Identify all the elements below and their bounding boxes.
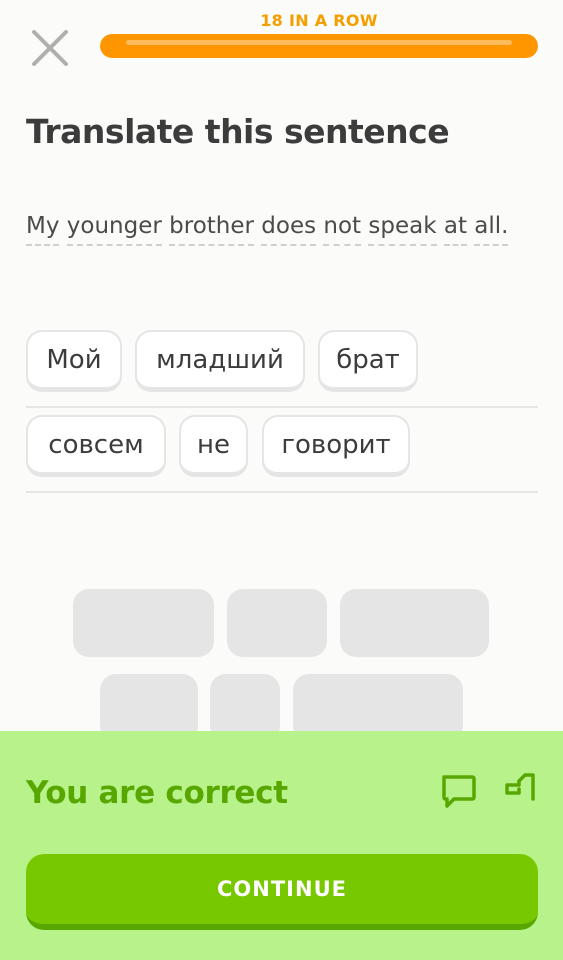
sentence-word[interactable]: brother (169, 208, 254, 246)
continue-button[interactable]: CONTINUE (26, 854, 538, 930)
page-title: Translate this sentence (26, 112, 450, 151)
discuss-button[interactable] (438, 771, 478, 811)
answer-word-chip[interactable]: не (179, 415, 248, 477)
progress-bar (100, 34, 538, 58)
close-button[interactable] (28, 26, 72, 70)
word-bank-slot (73, 589, 214, 657)
answer-word-chip[interactable]: говорит (262, 415, 410, 477)
sentence-word[interactable]: younger (66, 208, 162, 246)
sentence-word[interactable]: My (26, 208, 60, 246)
sentence-word[interactable]: at (443, 208, 467, 246)
top-bar: 18 IN A ROW (0, 0, 563, 70)
comment-icon (442, 775, 476, 808)
answer-line (26, 491, 538, 493)
streak-label: 18 IN A ROW (260, 11, 378, 30)
sentence-word[interactable]: not (323, 208, 362, 246)
close-icon (32, 30, 68, 66)
answer-word-chip[interactable]: брат (318, 330, 418, 392)
feedback-message: You are correct (26, 775, 288, 811)
answer-word-chip[interactable]: совсем (26, 415, 166, 477)
answer-word-chip[interactable]: младший (135, 330, 305, 392)
flag-icon (505, 773, 535, 801)
answer-line (26, 406, 538, 408)
sentence-word[interactable]: speak (368, 208, 437, 246)
sentence-word[interactable]: does (261, 208, 317, 246)
progress-fill (100, 34, 538, 58)
source-sentence: My younger brother does not speak at all… (26, 196, 526, 256)
report-button[interactable] (497, 771, 537, 811)
answer-word-chip[interactable]: Мой (26, 330, 122, 392)
feedback-panel: You are correct CONTINUE (0, 731, 563, 960)
word-bank-slot (340, 589, 489, 657)
progress-shine (126, 40, 512, 45)
word-bank-slot (227, 589, 327, 657)
sentence-word[interactable]: all. (474, 208, 509, 246)
